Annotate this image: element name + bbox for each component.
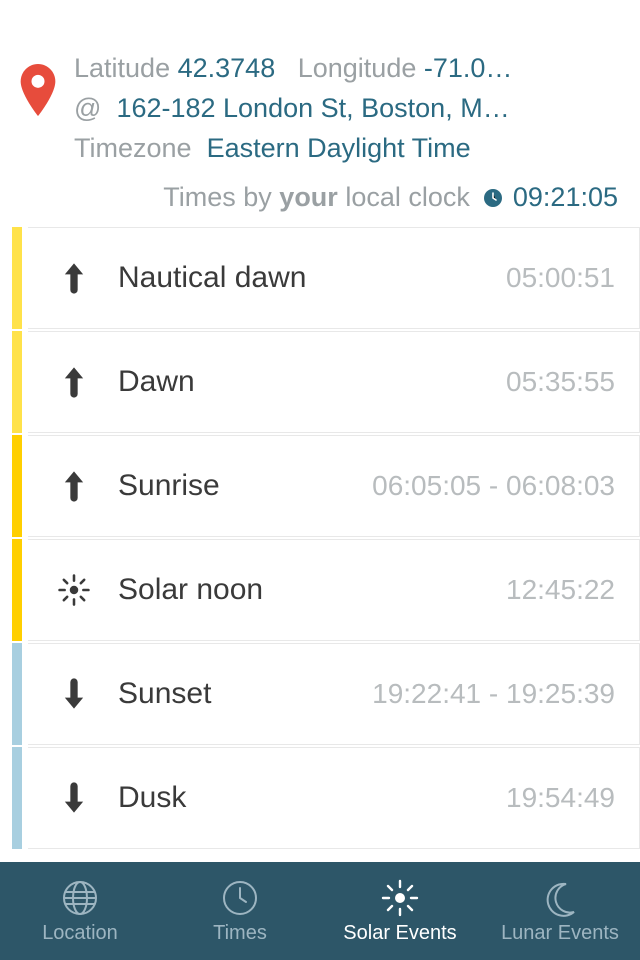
tab-lunar-events[interactable]: Lunar Events (480, 862, 640, 960)
tab-label: Times (213, 922, 267, 945)
tab-label: Location (42, 922, 118, 945)
color-stripe (12, 539, 22, 641)
location-header: Latitude 42.3748 Longitude -71.0… @ 162-… (0, 0, 640, 178)
row-content: Sunset 19:22:41 - 19:25:39 (28, 643, 640, 745)
color-stripe (12, 643, 22, 745)
address-value: 162-182 London St, Boston, M… (116, 93, 509, 123)
event-time: 12:45:22 (506, 574, 615, 606)
at-symbol: @ (74, 93, 101, 123)
event-row[interactable]: Sunrise 06:05:05 - 06:08:03 (12, 435, 640, 537)
color-stripe (12, 331, 22, 433)
lat-value: 42.3748 (178, 53, 276, 83)
event-row[interactable]: Dusk 19:54:49 (12, 747, 640, 849)
tab-bar: Location Times Solar Events Lunar (0, 862, 640, 960)
event-time: 19:22:41 - 19:25:39 (372, 678, 615, 710)
tab-location[interactable]: Location (0, 862, 160, 960)
color-stripe (12, 435, 22, 537)
tz-label: Timezone (74, 133, 192, 163)
events-list[interactable]: Nautical dawn 05:00:51 Dawn 05:35:55 Sunrise… (0, 227, 640, 862)
tz-value: Eastern Daylight Time (207, 133, 471, 163)
event-row[interactable]: Solar noon 12:45:22 (12, 539, 640, 641)
event-name: Sunrise (118, 469, 220, 503)
map-pin-icon (20, 64, 56, 116)
local-clock-line: Times by your local clock 09:21:05 (0, 178, 640, 227)
arrow-up-icon (54, 468, 94, 504)
local-clock-time: 09:21:05 (513, 182, 618, 212)
event-time: 05:35:55 (506, 366, 615, 398)
event-name: Dusk (118, 781, 186, 815)
event-row[interactable]: Sunset 19:22:41 - 19:25:39 (12, 643, 640, 745)
lat-label: Latitude (74, 53, 170, 83)
row-content: Dusk 19:54:49 (28, 747, 640, 849)
event-row[interactable]: Nautical dawn 05:00:51 (12, 227, 640, 329)
color-stripe (12, 227, 22, 329)
lon-value: -71.0… (424, 53, 513, 83)
timezone-line: Timezone Eastern Daylight Time (74, 128, 620, 168)
arrow-down-icon (54, 676, 94, 712)
tab-times[interactable]: Times (160, 862, 320, 960)
address-line: @ 162-182 London St, Boston, M… (74, 88, 620, 128)
tab-label: Solar Events (343, 922, 456, 945)
event-time: 05:00:51 (506, 262, 615, 294)
event-name: Nautical dawn (118, 261, 306, 295)
moon-icon (540, 878, 580, 918)
arrow-down-icon (54, 780, 94, 816)
color-stripe (12, 747, 22, 849)
event-name: Dawn (118, 365, 195, 399)
row-content: Solar noon 12:45:22 (28, 539, 640, 641)
event-name: Solar noon (118, 573, 263, 607)
clock-icon (220, 878, 260, 918)
event-name: Sunset (118, 677, 211, 711)
clock-icon (483, 184, 503, 204)
event-row[interactable]: Dawn 05:35:55 (12, 331, 640, 433)
coords-line: Latitude 42.3748 Longitude -71.0… (74, 48, 620, 88)
times-by-your: your (279, 182, 338, 212)
event-time: 19:54:49 (506, 782, 615, 814)
tab-solar-events[interactable]: Solar Events (320, 862, 480, 960)
times-by-prefix: Times by (163, 182, 279, 212)
row-content: Dawn 05:35:55 (28, 331, 640, 433)
times-by-suffix: local clock (338, 182, 470, 212)
lon-label: Longitude (298, 53, 417, 83)
row-content: Sunrise 06:05:05 - 06:08:03 (28, 435, 640, 537)
globe-icon (60, 878, 100, 918)
sun-icon (54, 573, 94, 607)
header-text: Latitude 42.3748 Longitude -71.0… @ 162-… (74, 48, 620, 168)
arrow-up-icon (54, 260, 94, 296)
tab-label: Lunar Events (501, 922, 619, 945)
sun-icon (380, 878, 420, 918)
row-content: Nautical dawn 05:00:51 (28, 227, 640, 329)
arrow-up-icon (54, 364, 94, 400)
event-time: 06:05:05 - 06:08:03 (372, 470, 615, 502)
